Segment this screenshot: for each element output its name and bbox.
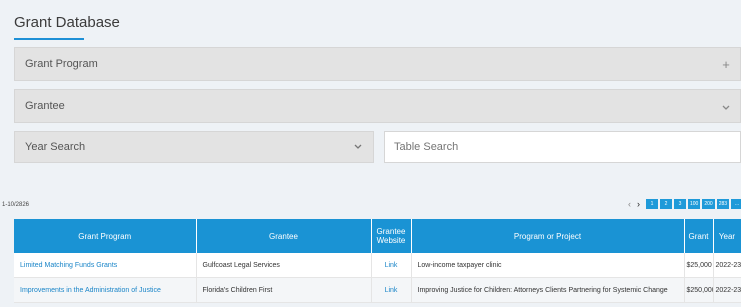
page-button[interactable]: 1 (646, 199, 658, 209)
table-search-input[interactable] (384, 131, 741, 163)
year-cell: 2022-23 (713, 253, 741, 278)
grantee-filter[interactable]: Grantee (14, 89, 741, 123)
column-header-grant-program[interactable]: Grant Program (14, 219, 197, 253)
grants-table: Grant Program Grantee Grantee Website Pr… (14, 219, 741, 303)
grantee-website-link[interactable]: Link (371, 277, 412, 303)
grantee-cell: Florida's Children First (196, 277, 372, 303)
grantee-cell: Gulfcoast Legal Services (196, 253, 372, 278)
page-title: Grant Database (14, 14, 120, 31)
grant-amount-cell: $25,000 (684, 253, 714, 278)
column-header-grantee-website[interactable]: Grantee Website (371, 219, 412, 253)
year-cell: 2022-23 (713, 277, 741, 303)
prev-page-icon[interactable]: ‹ (628, 199, 631, 209)
chevron-down-icon[interactable] (347, 142, 369, 153)
column-header-grant[interactable]: Grant (684, 219, 714, 253)
grantee-website-link[interactable]: Link (371, 253, 412, 278)
grant-program-link[interactable]: Limited Matching Funds Grants (14, 253, 197, 278)
page-button[interactable]: 2 (660, 199, 672, 209)
project-cell: Low-income taxpayer clinic (411, 253, 685, 278)
table-row: Improvements in the Administration of Ju… (14, 277, 741, 303)
page-button[interactable]: 100 (688, 199, 701, 209)
column-header-grantee[interactable]: Grantee (196, 219, 372, 253)
chevron-down-icon[interactable] (716, 99, 736, 114)
grant-program-link[interactable]: Improvements in the Administration of Ju… (14, 277, 197, 303)
grant-amount-cell: $250,000 (684, 277, 714, 303)
page-button[interactable]: 200 (702, 199, 715, 209)
year-search-label: Year Search (25, 141, 86, 153)
next-page-icon[interactable]: › (637, 199, 640, 209)
project-cell: Improving Justice for Children: Attorney… (411, 277, 685, 303)
column-header-year[interactable]: Year (713, 219, 741, 253)
table-header-row: Grant Program Grantee Grantee Website Pr… (14, 219, 741, 253)
pagination: ‹ › 1 2 3 100 200 283 … (628, 198, 741, 210)
page-button[interactable]: … (731, 199, 741, 209)
plus-icon[interactable]: + (716, 57, 736, 72)
column-header-program-or-project[interactable]: Program or Project (411, 219, 685, 253)
table-row: Limited Matching Funds Grants Gulfcoast … (14, 253, 741, 278)
grant-program-filter-label: Grant Program (25, 58, 98, 70)
title-underline (14, 38, 84, 40)
grantee-filter-label: Grantee (25, 100, 65, 112)
page-button[interactable]: 3 (674, 199, 686, 209)
page-button[interactable]: 283 (716, 199, 730, 209)
grant-program-filter[interactable]: Grant Program + (14, 47, 741, 81)
result-count: 1-10/2826 (2, 202, 30, 208)
year-search-select[interactable]: Year Search (14, 131, 374, 163)
